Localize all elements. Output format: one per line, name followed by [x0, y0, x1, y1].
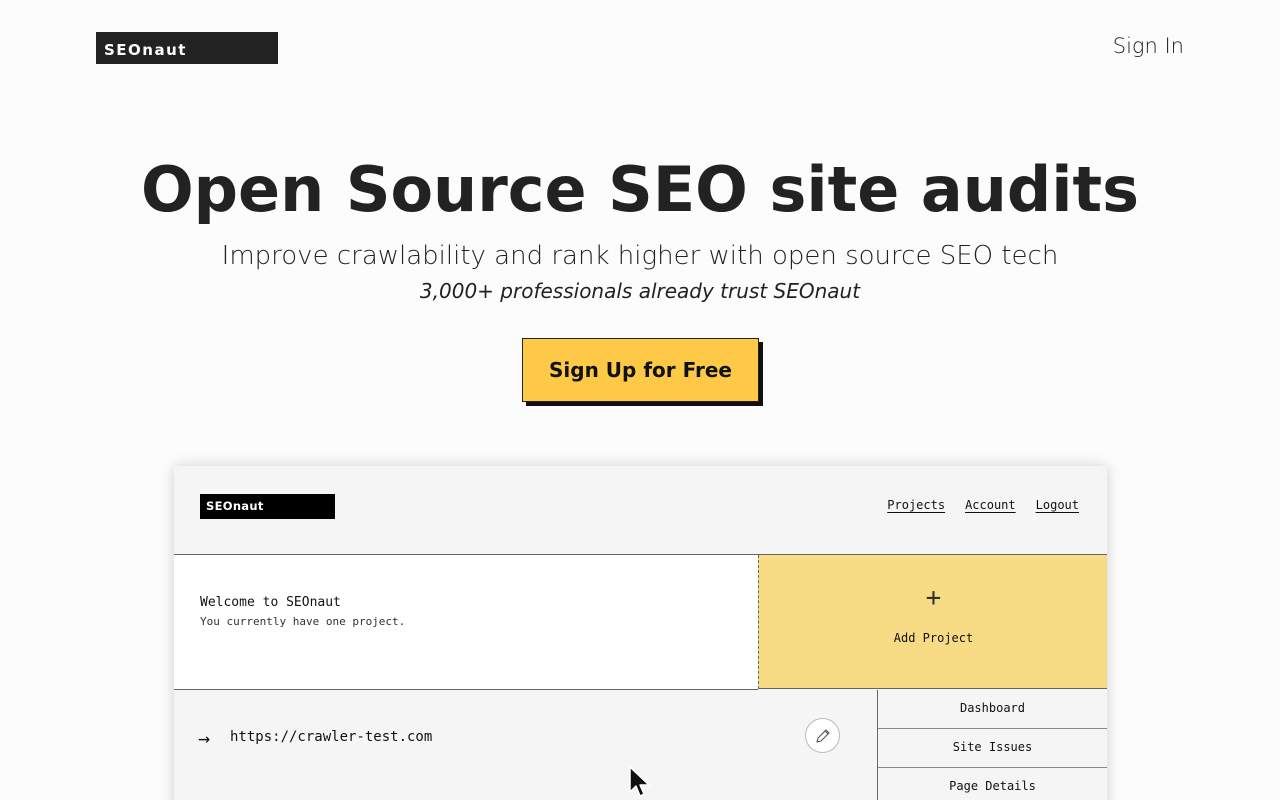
preview-nav-account[interactable]: Account [965, 498, 1016, 512]
preview-menu-site-issues[interactable]: Site Issues [878, 729, 1107, 768]
plus-icon: + [925, 583, 942, 613]
preview-nav-projects[interactable]: Projects [887, 498, 945, 512]
preview-project-row[interactable]: → https://crawler-test.com [174, 690, 877, 800]
preview-welcome-title: Welcome to SEOnaut [200, 595, 341, 610]
sign-in-link[interactable]: Sign In [1113, 34, 1184, 58]
preview-add-project-label: Add Project [893, 631, 974, 645]
sign-up-button[interactable]: Sign Up for Free [522, 338, 759, 402]
preview-add-project-button[interactable]: + Add Project [758, 555, 1107, 689]
preview-welcome-panel: Welcome to SEOnaut You currently have on… [174, 555, 758, 690]
arrow-right-icon: → [198, 726, 211, 750]
hero-title: Open Source SEO site audits [140, 153, 1140, 226]
preview-menu-dashboard[interactable]: Dashboard [878, 690, 1107, 729]
preview-project-url[interactable]: https://crawler-test.com [230, 729, 432, 745]
preview-logo: SEOnaut [200, 494, 335, 519]
preview-nav: Projects Account Logout [887, 498, 1079, 512]
mouse-pointer-icon [629, 766, 650, 797]
app-screenshot-preview: SEOnaut Projects Account Logout Welcome … [174, 466, 1107, 800]
logo[interactable]: SEOnaut [96, 32, 278, 64]
hero-subtitle: Improve crawlability and rank higher wit… [221, 241, 1059, 271]
preview-project-menu: Dashboard Site Issues Page Details [877, 690, 1107, 800]
preview-menu-page-details[interactable]: Page Details [878, 768, 1107, 800]
preview-nav-logout[interactable]: Logout [1036, 498, 1079, 512]
preview-header: SEOnaut Projects Account Logout [174, 466, 1107, 555]
preview-welcome-subtitle: You currently have one project. [200, 615, 406, 628]
pencil-icon[interactable] [805, 718, 840, 753]
hero-trust-text: 3,000+ professionals already trust SEOna… [419, 279, 861, 303]
